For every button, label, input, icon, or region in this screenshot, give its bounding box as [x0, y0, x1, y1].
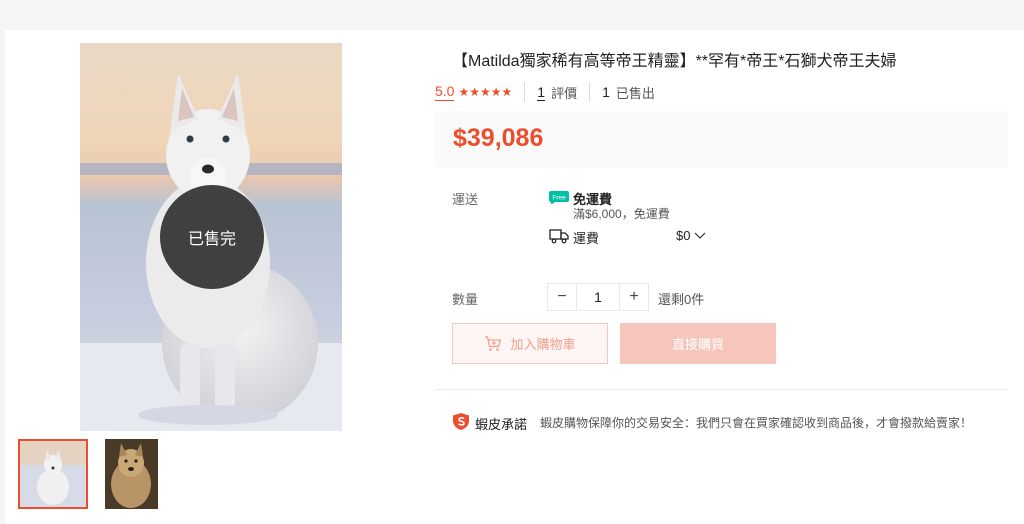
quantity-stepper: − 1 + — [547, 283, 649, 311]
shipping-fee-label: 運費 — [573, 231, 600, 246]
divider — [589, 82, 591, 102]
stock-remaining: 還剩0件 — [658, 292, 705, 307]
free-shipping-condition: 滿$6,000，免運費 — [573, 207, 670, 221]
product-price: $39,086 — [453, 124, 544, 152]
quantity-label: 數量 — [452, 292, 479, 307]
shipping-label: 運送 — [452, 192, 479, 207]
section-divider — [435, 389, 1008, 390]
buy-now-button[interactable]: 直接購買 — [620, 323, 776, 364]
add-to-cart-label: 加入購物車 — [510, 337, 576, 352]
review-count[interactable]: 1 — [537, 84, 546, 101]
shopee-guarantee-icon — [453, 413, 469, 430]
thumbnail-dog-white — [20, 441, 86, 507]
quantity-decrease-button[interactable]: − — [548, 284, 576, 310]
cart-plus-icon — [485, 335, 502, 351]
rating-stars: ★★★★★ — [458, 85, 513, 99]
free-shipping-icon: Free — [549, 191, 569, 204]
quantity-increase-button[interactable]: + — [620, 284, 648, 310]
sold-label: 已售出 — [615, 85, 655, 101]
sold-out-badge: 已售完 — [160, 185, 264, 289]
shipping-fee-dropdown[interactable]: $0 — [676, 228, 706, 243]
rating-row: 5.0 ★★★★★ 1 評價 1 已售出 — [435, 82, 655, 102]
thumbnail-dog-tan — [105, 439, 158, 509]
review-label: 評價 — [551, 85, 578, 101]
truck-icon — [549, 229, 569, 244]
shipping-fee-value: $0 — [676, 228, 691, 243]
product-title: 【Matilda獨家稀有高等帝王精靈】**罕有*帝王*石獅犬帝王夫婦 — [452, 53, 897, 70]
divider — [524, 82, 526, 102]
free-badge-text: Free — [552, 195, 566, 202]
thumbnail-1[interactable] — [18, 439, 88, 509]
add-to-cart-button[interactable]: 加入購物車 — [452, 323, 608, 364]
thumbnail-2[interactable] — [105, 439, 175, 509]
guarantee-text: 蝦皮購物保障你的交易安全：我們只會在買家確認收到商品後，才會撥款給賣家！ — [540, 416, 973, 430]
rating-score[interactable]: 5.0 — [435, 83, 455, 101]
chevron-down-icon — [695, 232, 706, 239]
quantity-input[interactable]: 1 — [576, 284, 620, 310]
price-section: $39,086 — [435, 111, 1008, 167]
guarantee-title[interactable]: 蝦皮承諾 — [475, 414, 527, 433]
sold-count: 1 — [602, 84, 610, 100]
